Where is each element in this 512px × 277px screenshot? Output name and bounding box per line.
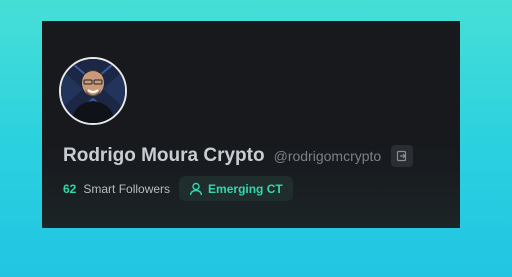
profile-stats-row: 62 Smart Followers Emerging CT [63, 176, 293, 201]
external-link-icon [397, 150, 407, 162]
avatar-image [61, 59, 125, 123]
external-link-button[interactable] [391, 145, 414, 167]
profile-card: Rodrigo Moura Crypto @rodrigomcrypto 62 … [42, 21, 460, 228]
user-icon [189, 182, 203, 196]
emerging-ct-badge[interactable]: Emerging CT [179, 176, 293, 201]
smart-followers-count: 62 [63, 181, 77, 196]
profile-name-row: Rodrigo Moura Crypto @rodrigomcrypto [63, 145, 414, 167]
badge-label: Emerging CT [208, 181, 283, 196]
smart-followers-label: Smart Followers [83, 181, 171, 196]
display-name: Rodrigo Moura Crypto [63, 145, 265, 166]
user-handle[interactable]: @rodrigomcrypto [274, 148, 382, 164]
avatar[interactable] [59, 57, 127, 125]
